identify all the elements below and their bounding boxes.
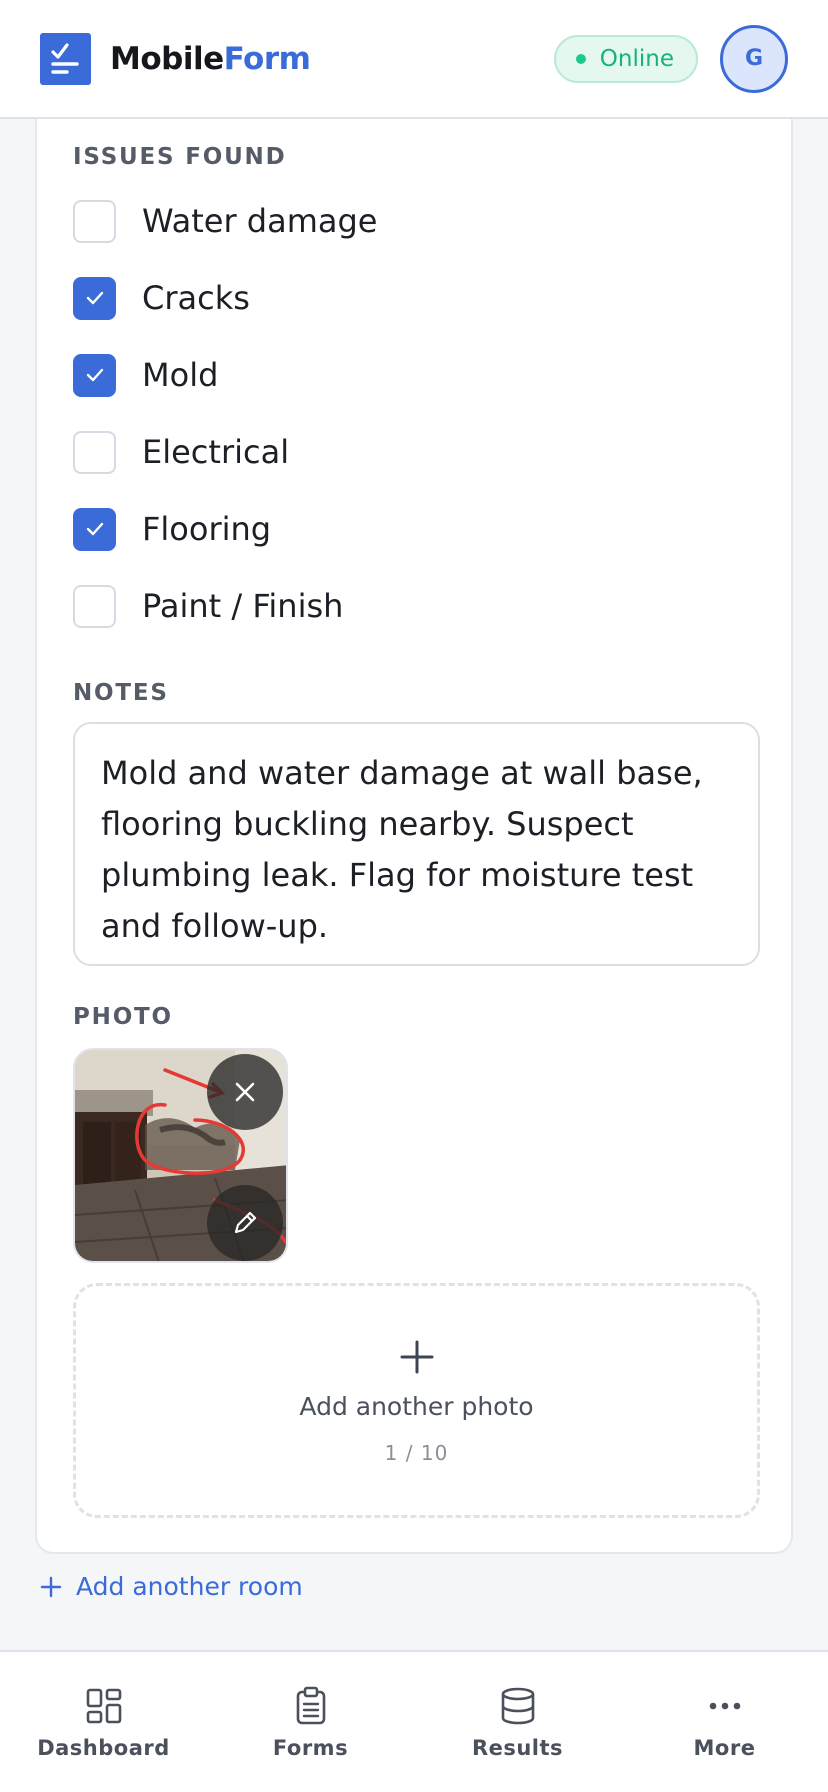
online-status-badge: Online — [553, 34, 698, 83]
pencil-icon — [234, 1211, 257, 1234]
checkbox-checked[interactable] — [73, 353, 116, 397]
checkbox-unchecked[interactable] — [73, 584, 116, 628]
brand-name: MobileForm — [110, 40, 311, 77]
checkmark-icon — [86, 368, 103, 382]
checkmark-icon — [86, 522, 103, 536]
nav-results[interactable]: Results — [414, 1652, 621, 1792]
notes-textarea[interactable]: Mold and water damage at wall base, floo… — [73, 722, 760, 966]
nav-label: Dashboard — [37, 1736, 170, 1760]
checkbox-label: Paint / Finish — [142, 587, 344, 625]
brand-name-part2: Form — [223, 40, 311, 77]
nav-label: Results — [471, 1736, 564, 1760]
top-bar: MobileForm Online G — [0, 0, 828, 119]
photo-label: PHOTO — [73, 1004, 173, 1030]
add-room-label: Add another room — [76, 1572, 303, 1601]
status-dot-icon — [575, 53, 586, 64]
app: MobileForm Online G ISSUES FOUND Water d… — [0, 0, 828, 1792]
checkbox-checked[interactable] — [73, 507, 116, 551]
photo-thumbnail[interactable] — [73, 1048, 288, 1263]
bottom-nav: Dashboard Forms Results More — [0, 1650, 828, 1792]
plus-icon — [40, 1576, 62, 1597]
avatar-initial: G — [744, 46, 764, 71]
nav-label: Forms — [272, 1736, 349, 1760]
checkbox-unchecked[interactable] — [73, 430, 116, 474]
add-photo-button[interactable]: Add another photo 1 / 10 — [73, 1283, 760, 1518]
nav-dashboard[interactable]: Dashboard — [0, 1652, 207, 1792]
edit-photo-button[interactable] — [207, 1185, 283, 1261]
add-room-link[interactable]: Add another room — [40, 1572, 303, 1601]
header-actions: Online G — [553, 24, 788, 93]
logo-checklist-icon — [40, 32, 91, 85]
issue-checkbox-cracks[interactable]: Cracks — [73, 276, 250, 320]
checkmark-icon — [86, 291, 103, 305]
issue-checkbox-mold[interactable]: Mold — [73, 353, 218, 397]
checkbox-label: Water damage — [142, 202, 378, 240]
remove-photo-button[interactable] — [207, 1054, 283, 1130]
checkbox-label: Electrical — [142, 433, 290, 471]
issue-checkbox-paint-finish[interactable]: Paint / Finish — [73, 584, 343, 628]
photo-count: 1 / 10 — [384, 1441, 449, 1465]
clipboard-icon — [296, 1686, 325, 1725]
status-text: Online — [599, 45, 674, 72]
checkbox-checked[interactable] — [73, 276, 116, 320]
brand-name-part1: Mobile — [110, 40, 224, 77]
user-avatar[interactable]: G — [720, 24, 788, 93]
dashboard-icon — [86, 1688, 121, 1724]
issues-found-label: ISSUES FOUND — [73, 144, 287, 170]
nav-forms[interactable]: Forms — [207, 1652, 414, 1792]
issue-checkbox-water-damage[interactable]: Water damage — [73, 199, 377, 243]
room-card: ISSUES FOUND Water damage Cracks Mold El… — [35, 100, 793, 1554]
add-photo-label: Add another photo — [299, 1392, 534, 1421]
checkbox-label: Flooring — [142, 510, 272, 548]
plus-icon — [400, 1340, 433, 1374]
checkbox-label: Cracks — [142, 279, 250, 317]
issue-checkbox-flooring[interactable]: Flooring — [73, 507, 271, 551]
close-icon — [235, 1082, 255, 1102]
nav-more[interactable]: More — [621, 1652, 828, 1792]
checkbox-unchecked[interactable] — [73, 199, 116, 243]
checkbox-label: Mold — [142, 356, 219, 394]
notes-label: NOTES — [73, 680, 169, 706]
issue-checkbox-electrical[interactable]: Electrical — [73, 430, 289, 474]
database-icon — [501, 1687, 534, 1725]
more-dots-icon — [709, 1702, 740, 1710]
nav-label: More — [693, 1736, 756, 1760]
